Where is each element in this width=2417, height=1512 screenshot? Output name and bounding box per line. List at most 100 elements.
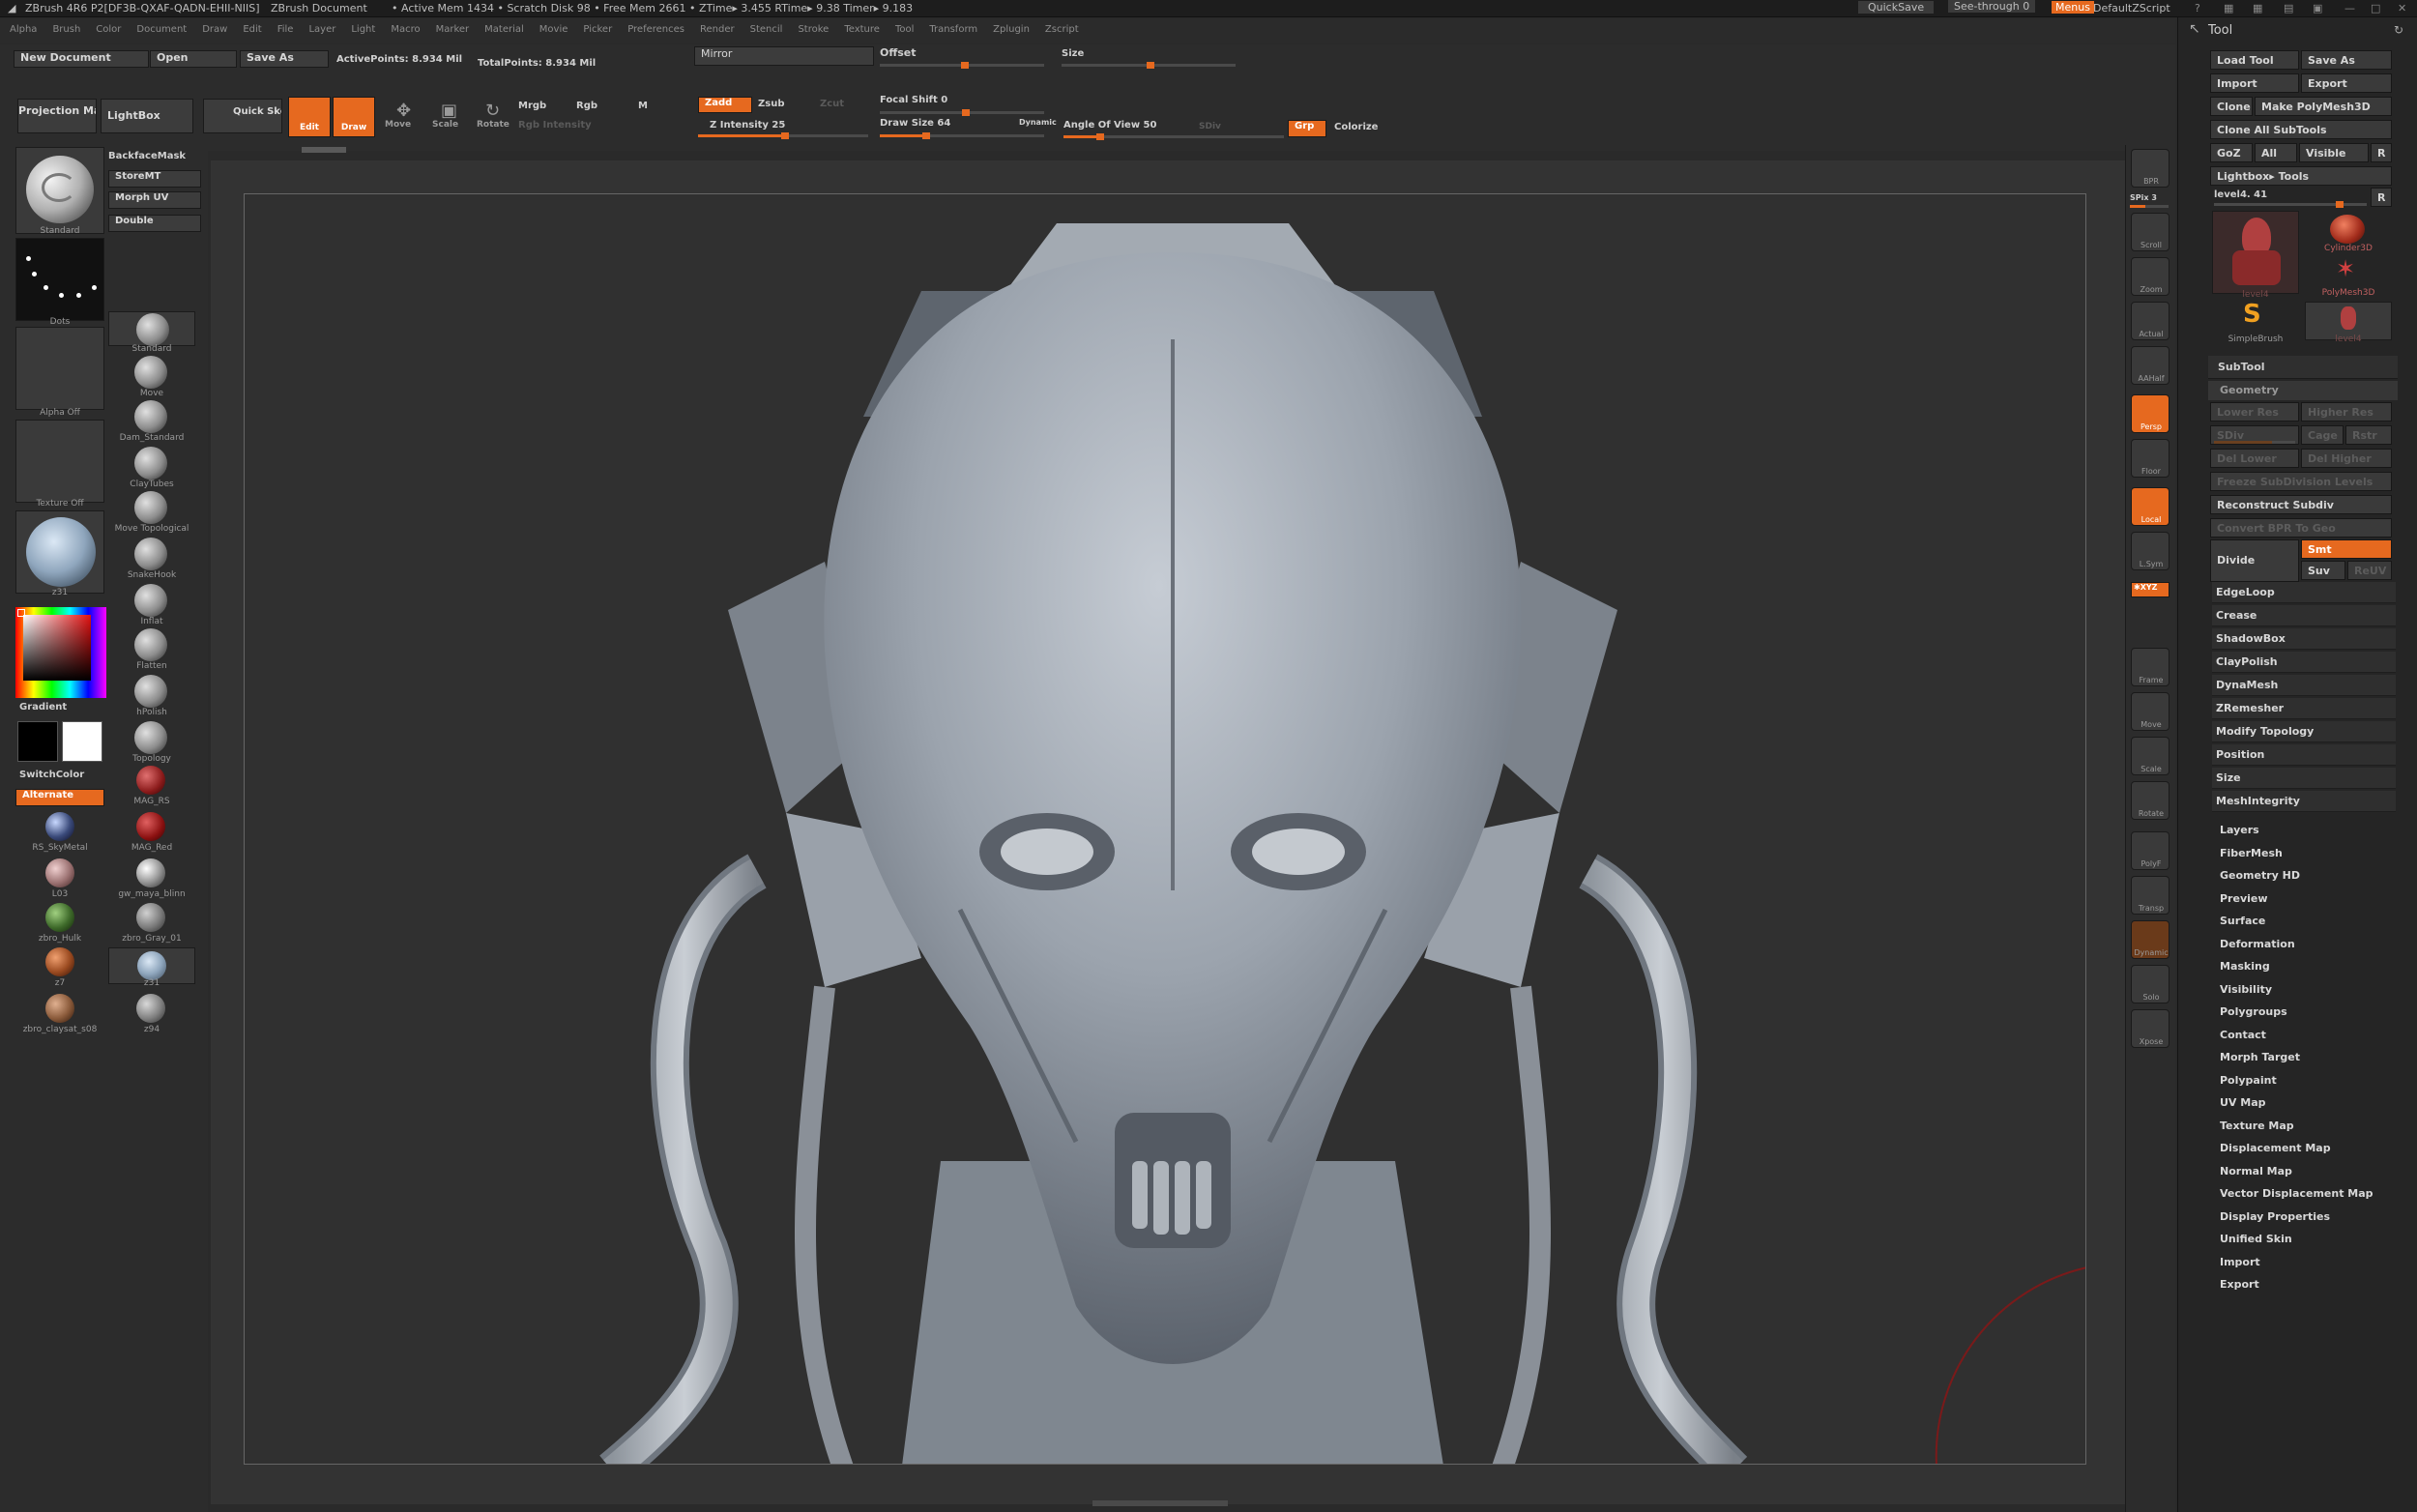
minimize-icon[interactable]: — <box>2344 2 2355 15</box>
goz-button[interactable]: GoZ <box>2210 143 2253 162</box>
xpose-button[interactable]: Xpose <box>2131 1009 2169 1048</box>
layout3-icon[interactable]: ▤ <box>2284 2 2293 15</box>
aahalf-button[interactable]: AAHalf <box>2131 346 2169 385</box>
normal-map-section[interactable]: Normal Map <box>2220 1165 2292 1178</box>
rgb-intensity-slider[interactable]: Rgb Intensity <box>518 120 592 131</box>
switch-color-button[interactable]: SwitchColor <box>19 770 84 780</box>
menu-light[interactable]: Light <box>345 19 381 35</box>
secondary-color-swatch[interactable] <box>62 721 102 762</box>
tool-level-slider[interactable] <box>2214 201 2367 208</box>
import-section[interactable]: Import <box>2220 1256 2260 1268</box>
tool-save-as-button[interactable]: Save As <box>2301 50 2392 70</box>
palette-dock-icon[interactable]: ↻ <box>2394 23 2403 37</box>
floor-button[interactable]: Floor <box>2131 439 2169 478</box>
close-icon[interactable]: ✕ <box>2398 2 2406 15</box>
alpha-thumb[interactable] <box>15 327 104 410</box>
claypolish-section[interactable]: ClayPolish <box>2212 652 2396 673</box>
menu-file[interactable]: File <box>272 19 300 35</box>
del-lower-button[interactable]: Del Lower <box>2210 449 2299 468</box>
menu-marker[interactable]: Marker <box>430 19 476 35</box>
menu-layer[interactable]: Layer <box>303 19 341 35</box>
material-thumb[interactable] <box>15 510 104 594</box>
crease-section[interactable]: Crease <box>2212 605 2396 626</box>
brush-hpolish-icon[interactable] <box>134 675 167 708</box>
primary-color-swatch[interactable] <box>17 721 58 762</box>
lower-res-button[interactable]: Lower Res <box>2210 402 2299 422</box>
brush-move-topological-icon[interactable] <box>134 491 167 524</box>
texture-thumb[interactable] <box>15 420 104 503</box>
displacement-map-section[interactable]: Displacement Map <box>2220 1142 2331 1154</box>
solo-button[interactable]: Solo <box>2131 965 2169 1003</box>
new-document-button[interactable]: New Document <box>14 50 149 68</box>
menu-material[interactable]: Material <box>479 19 530 35</box>
default-zscript-button[interactable]: DefaultZScript <box>2093 2 2170 15</box>
higher-res-button[interactable]: Higher Res <box>2301 402 2392 422</box>
brush-topology-icon[interactable] <box>134 721 167 754</box>
divide-button[interactable]: Divide <box>2210 539 2299 582</box>
help-icon[interactable]: ? <box>2195 2 2200 15</box>
reconstruct-subdiv-button[interactable]: Reconstruct Subdiv <box>2210 495 2392 514</box>
brush-dam-standard-icon[interactable] <box>134 400 167 433</box>
rotate-view-button[interactable]: Rotate <box>2131 781 2169 820</box>
transp-button[interactable]: Transp <box>2131 876 2169 915</box>
grp-button[interactable]: Grp <box>1288 120 1326 137</box>
dynamic-persp-button[interactable]: Dynamic <box>2131 920 2169 959</box>
brush-snakehook-icon[interactable] <box>134 538 167 570</box>
del-higher-button[interactable]: Del Higher <box>2301 449 2392 468</box>
preview-section[interactable]: Preview <box>2220 892 2268 905</box>
save-as-button[interactable]: Save As <box>240 50 329 68</box>
freeze-subdivision-button[interactable]: Freeze SubDivision Levels <box>2210 472 2392 491</box>
xyz-button[interactable]: ✱XYZ <box>2131 582 2169 597</box>
clone-button[interactable]: Clone <box>2210 97 2253 116</box>
menu-zscript[interactable]: Zscript <box>1039 19 1085 35</box>
shadowbox-section[interactable]: ShadowBox <box>2212 628 2396 650</box>
export-section[interactable]: Export <box>2220 1278 2259 1291</box>
menu-stroke[interactable]: Stroke <box>792 19 834 35</box>
zsub-button[interactable]: Zsub <box>758 99 784 109</box>
alien-head-sculpt[interactable] <box>245 194 2086 1465</box>
rstr-button[interactable]: Rstr <box>2345 425 2392 445</box>
menu-transform[interactable]: Transform <box>923 19 983 35</box>
goz-r-button[interactable]: R <box>2371 143 2392 162</box>
focal-shift-slider[interactable] <box>880 109 1044 116</box>
visibility-section[interactable]: Visibility <box>2220 983 2272 996</box>
menu-movie[interactable]: Movie <box>534 19 574 35</box>
zadd-button[interactable]: Zadd <box>698 97 752 113</box>
contact-section[interactable]: Contact <box>2220 1029 2266 1041</box>
rotate-mode-button[interactable]: Rotate <box>477 120 510 130</box>
mat-mag-red-icon[interactable] <box>136 812 165 841</box>
masking-section[interactable]: Masking <box>2220 960 2270 973</box>
smt-toggle[interactable]: Smt <box>2301 539 2392 559</box>
goz-visible-button[interactable]: Visible <box>2299 143 2369 162</box>
mat-l03-icon[interactable] <box>45 858 74 887</box>
colorize-button[interactable]: Colorize <box>1334 122 1378 132</box>
texture-map-section[interactable]: Texture Map <box>2220 1119 2294 1132</box>
convert-bpr-button[interactable]: Convert BPR To Geo <box>2210 518 2392 538</box>
lock-icon[interactable]: ▣ <box>2313 2 2322 15</box>
m-button[interactable]: M <box>638 101 648 111</box>
gradient-toggle[interactable]: Gradient <box>19 702 67 712</box>
brush-claytubes-icon[interactable] <box>134 447 167 480</box>
lightbox-tools-button[interactable]: Lightbox▸ Tools <box>2210 166 2392 186</box>
double-button[interactable]: Double <box>108 215 201 232</box>
move-mode-button[interactable]: Move <box>385 120 411 130</box>
menu-edit[interactable]: Edit <box>237 19 267 35</box>
mat-rs-skymetal-icon[interactable] <box>45 812 74 841</box>
mat-zbro-hulk-icon[interactable] <box>45 903 74 932</box>
display-properties-section[interactable]: Display Properties <box>2220 1210 2330 1223</box>
modify-topology-section[interactable]: Modify Topology <box>2212 721 2396 742</box>
mat-gw-maya-blinn-icon[interactable] <box>136 858 165 887</box>
angle-of-view-slider[interactable] <box>1063 133 1199 140</box>
quick-sketch-button[interactable]: Quick Sketch <box>203 99 282 133</box>
tool-import-button[interactable]: Import <box>2210 73 2299 93</box>
tool-r-button[interactable]: R <box>2371 188 2392 207</box>
palette-pin-icon[interactable]: ↖ <box>2189 21 2200 37</box>
spix-slider[interactable] <box>2130 205 2169 208</box>
fibermesh-section[interactable]: FiberMesh <box>2220 847 2283 859</box>
tool-thumb-simplebrush-icon[interactable]: S <box>2243 300 2261 329</box>
tool-thumb-cylinder-icon[interactable] <box>2330 215 2365 244</box>
menu-texture[interactable]: Texture <box>838 19 886 35</box>
tool-thumb-polymesh-icon[interactable]: ✶ <box>2336 255 2355 282</box>
surface-section[interactable]: Surface <box>2220 915 2265 927</box>
lsym-button[interactable]: L.Sym <box>2131 532 2169 570</box>
